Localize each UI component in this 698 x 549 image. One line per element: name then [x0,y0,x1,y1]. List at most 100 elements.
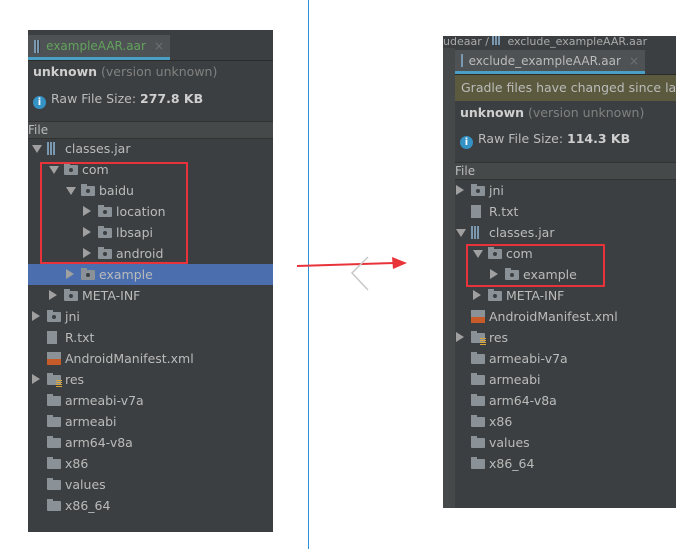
jar-icon [492,36,502,45]
tree-item-label: META-INF [506,288,565,303]
jar-icon [471,226,480,239]
text-file-icon [47,331,57,344]
tree-item-res[interactable]: res [455,327,676,348]
tree-item-androidmanifest-xml[interactable]: AndroidManifest.xml [455,306,676,327]
tree-item-label: jni [489,183,504,198]
collapsed-arrow-icon[interactable] [49,290,57,300]
folder-icon [471,436,485,448]
package-icon [488,289,502,301]
arrow-line [296,262,396,267]
tree-item-armeabi[interactable]: armeabi [455,369,676,390]
expanded-arrow-icon[interactable] [456,229,466,237]
tree-item-meta-inf[interactable]: META-INF [455,285,676,306]
folder-icon [47,394,61,406]
tree-item-jni[interactable]: jni [455,180,676,201]
comparison-arrow [296,256,407,291]
tree-item-r-txt[interactable]: R.txt [28,327,273,348]
tree-item-res[interactable]: res [28,369,273,390]
tab-exclude-exampleAAR[interactable]: exclude_exampleAAR.aar × [455,50,645,74]
breadcrumb-item[interactable]: udeaar [443,36,482,48]
tree-item-label: R.txt [489,204,519,219]
tree-item-meta-inf[interactable]: META-INF [28,285,273,306]
tree-item-x86[interactable]: x86 [455,411,676,432]
close-icon[interactable]: × [154,39,164,53]
tree-item-x86-64[interactable]: x86_64 [455,453,676,474]
folder-icon [47,499,61,511]
resource-folder-icon [471,331,486,345]
tree-item-label: x86 [65,456,89,471]
tree-item-label: x86_64 [65,498,111,513]
breadcrumb-item[interactable]: exclude_exampleAAR.aar [507,36,647,48]
gradle-sync-banner: Gradle files have changed since last [455,75,676,101]
collapsed-arrow-icon[interactable] [456,332,464,342]
text-file-icon [471,205,481,218]
arrow-head [392,257,407,269]
column-header-file[interactable]: File [455,162,676,180]
folder-icon [47,457,61,469]
tree-item-r-txt[interactable]: R.txt [455,201,676,222]
tab-exampleAAR[interactable]: exampleAAR.aar × [28,35,170,60]
raw-file-size: i Raw File Size: 277.8 KB [33,91,203,109]
tree-item-label: R.txt [65,330,95,345]
artifact-name: unknown (version unknown) [33,64,218,79]
tree-item-label: x86_64 [489,456,535,471]
tree-item-armeabi-v7a[interactable]: armeabi-v7a [455,348,676,369]
tree-item-classes-jar[interactable]: classes.jar [455,222,676,243]
tree-item-example[interactable]: example [28,264,273,285]
folder-icon [47,436,61,448]
folder-icon [47,415,61,427]
tree-item-label: arm64-v8a [65,435,133,450]
tree-item-label: AndroidManifest.xml [65,351,194,366]
tree-item-label: jni [65,309,80,324]
xml-file-icon [47,352,61,365]
highlight-box [466,244,605,287]
resource-folder-icon [47,373,62,387]
tree-item-x86-64[interactable]: x86_64 [28,495,273,516]
tree-item-label: x86 [489,414,513,429]
collapsed-arrow-icon[interactable] [32,311,40,321]
package-icon [47,310,61,322]
tree-item-x86[interactable]: x86 [28,453,273,474]
close-icon[interactable]: × [629,54,639,68]
tree-item-armeabi-v7a[interactable]: armeabi-v7a [28,390,273,411]
folder-icon [471,373,485,385]
tree-item-label: classes.jar [489,225,555,240]
tree-item-armeabi[interactable]: armeabi [28,411,273,432]
tree-item-arm64-v8a[interactable]: arm64-v8a [455,390,676,411]
column-header-file[interactable]: File [28,121,273,139]
left-aar-viewer: exampleAAR.aar × unknown (version unknow… [28,30,273,532]
tree-item-values[interactable]: values [28,474,273,495]
collapsed-arrow-icon[interactable] [456,185,464,195]
tree-item-values[interactable]: values [455,432,676,453]
collapsed-arrow-icon[interactable] [473,290,481,300]
package-icon [64,289,78,301]
tree-item-label: armeabi [65,414,117,429]
tree-item-label: armeabi [489,372,541,387]
tab-bar: exclude_exampleAAR.aar × [455,50,676,75]
tree-item-label: classes.jar [65,141,131,156]
artifact-name: unknown (version unknown) [460,105,645,120]
collapsed-arrow-icon[interactable] [32,374,40,384]
jar-icon [461,54,463,67]
folder-icon [471,394,485,406]
tree-item-classes-jar[interactable]: classes.jar [28,138,273,159]
tree-item-label: example [99,267,153,282]
info-icon: i [33,96,46,109]
jar-icon [34,39,41,53]
package-icon [471,184,485,196]
package-icon [81,268,95,280]
tab-label: exampleAAR.aar [46,39,146,53]
tree-item-label: armeabi-v7a [65,393,144,408]
collapsed-arrow-icon[interactable] [66,269,74,279]
tree-item-label: armeabi-v7a [489,351,568,366]
tree-item-androidmanifest-xml[interactable]: AndroidManifest.xml [28,348,273,369]
side-strip [443,48,455,508]
jar-icon [47,142,56,155]
xml-file-icon [471,310,485,323]
tree-item-label: values [65,477,106,492]
tree-item-arm64-v8a[interactable]: arm64-v8a [28,432,273,453]
highlight-box [40,162,188,264]
tree-item-label: META-INF [82,288,141,303]
expanded-arrow-icon[interactable] [32,145,42,153]
tree-item-jni[interactable]: jni [28,306,273,327]
